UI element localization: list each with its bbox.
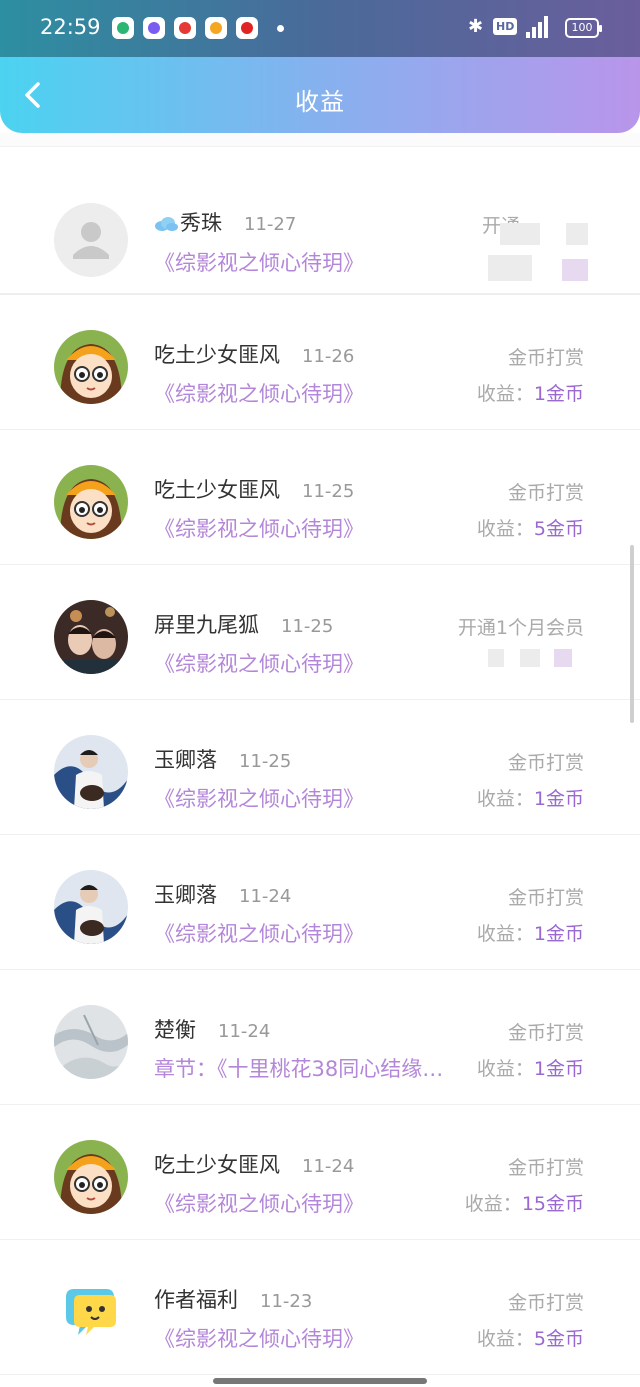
home-indicator[interactable]: [213, 1378, 427, 1384]
status-time: 22:59: [40, 15, 101, 39]
notification-icons: [112, 17, 258, 39]
avatar[interactable]: [54, 465, 128, 539]
user-name: 秀珠 11-27: [154, 207, 296, 237]
earning-amount: 收益：5金币: [476, 518, 584, 540]
item-date: 11-24: [302, 1156, 355, 1177]
signal-icon: [522, 14, 552, 38]
app-notification-icon: [236, 17, 258, 39]
guitarist-avatar-icon: [54, 735, 128, 809]
transaction-type: 开通1个月会员: [457, 617, 584, 639]
earning-amount: 收益：5金币: [476, 1328, 584, 1350]
item-date: 11-24: [239, 886, 292, 907]
item-date: 11-27: [244, 214, 297, 235]
guitarist-avatar-icon: [54, 870, 128, 944]
transaction-type: 金币打赏: [507, 752, 584, 774]
default-avatar-icon: [54, 203, 128, 277]
item-date: 11-25: [239, 751, 292, 772]
book-title-link[interactable]: 《综影视之倾心待玥》: [154, 918, 466, 948]
user-name: 玉卿落 11-24: [154, 883, 292, 907]
user-name: 玉卿落 11-25: [154, 748, 292, 772]
cloud-icon: [155, 217, 178, 231]
girl-avatar-icon: [54, 465, 128, 539]
user-name: 楚衡 11-24: [154, 1018, 271, 1042]
item-date: 11-25: [281, 616, 334, 637]
blurred-text: [554, 649, 572, 667]
blurred-text: [488, 649, 504, 667]
scrollbar[interactable]: [630, 545, 634, 723]
avatar[interactable]: [54, 1275, 128, 1349]
transaction-type: 金币打赏: [507, 347, 584, 369]
avatar[interactable]: [54, 735, 128, 809]
list-item[interactable]: 屏里九尾狐 11-25 《综影视之倾心待玥》 开通1个月会员: [0, 565, 640, 700]
bluetooth-icon: ✱: [468, 16, 484, 37]
book-title-link[interactable]: 《综影视之倾心待玥》: [154, 648, 466, 678]
battery-icon: 100: [565, 18, 602, 38]
app-notification-icon: [112, 17, 134, 39]
status-bar: 22:59 ✱ HD 100: [0, 0, 640, 57]
couple-avatar-icon: [54, 600, 128, 674]
blurred-text: [500, 223, 540, 245]
list-item[interactable]: 玉卿落 11-24 《综影视之倾心待玥》 金币打赏 收益：1金币: [0, 835, 640, 970]
transaction-type: 金币打赏: [507, 1022, 584, 1044]
avatar[interactable]: [54, 600, 128, 674]
user-name: 吃土少女匪风 11-24: [154, 1153, 355, 1177]
book-title-link[interactable]: 《综影视之倾心待玥》: [154, 247, 466, 277]
item-date: 11-24: [218, 1021, 271, 1042]
chapter-title-link[interactable]: 章节：《十里桃花38同心结缘…: [154, 1053, 466, 1083]
blurred-text: [566, 223, 588, 245]
book-title-link[interactable]: 《综影视之倾心待玥》: [154, 513, 466, 543]
ink-painting-avatar-icon: [54, 1005, 128, 1079]
earnings-list: 秀珠11-27 《综影视之倾心待玥》 开通 吃土少女匪风11-26 《综影视之倾…: [0, 133, 640, 1375]
list-item[interactable]: 吃土少女匪风 11-26 《综影视之倾心待玥》 金币打赏 收益：1金币: [0, 295, 640, 430]
earning-amount: 收益：1金币: [476, 923, 584, 945]
user-name: 吃土少女匪风 11-26: [154, 343, 355, 367]
user-name: 屏里九尾狐 11-25: [154, 613, 334, 637]
app-notification-icon: [143, 17, 165, 39]
avatar[interactable]: [54, 1140, 128, 1214]
transaction-type: 金币打赏: [507, 1292, 584, 1314]
avatar[interactable]: [54, 870, 128, 944]
list-top-spacer: [0, 133, 640, 147]
list-item[interactable]: 作者福利 11-23 《综影视之倾心待玥》 金币打赏 收益：5金币: [0, 1240, 640, 1375]
item-date: 11-25: [302, 481, 355, 502]
earning-amount: 收益：1金币: [476, 788, 584, 810]
transaction-type: 金币打赏: [507, 482, 584, 504]
avatar[interactable]: [54, 1005, 128, 1079]
book-title-link[interactable]: 《综影视之倾心待玥》: [154, 378, 466, 408]
chat-bubble-avatar-icon: [54, 1275, 128, 1349]
girl-avatar-icon: [54, 330, 128, 404]
earning-amount: 收益：15金币: [464, 1193, 584, 1215]
more-notifications-dot: [277, 25, 284, 32]
transaction-type: 金币打赏: [507, 887, 584, 909]
item-date: 11-26: [302, 346, 355, 367]
item-date: 11-23: [260, 1291, 313, 1312]
blurred-text: [520, 649, 540, 667]
list-item[interactable]: 楚衡 11-24 章节：《十里桃花38同心结缘… 金币打赏 收益：1金币: [0, 970, 640, 1105]
page-title: 收益: [295, 88, 345, 116]
avatar[interactable]: [54, 203, 128, 277]
book-title-link[interactable]: 《综影视之倾心待玥》: [154, 1188, 466, 1218]
blurred-text: [488, 255, 532, 281]
hd-icon: HD: [493, 18, 518, 35]
book-title-link[interactable]: 《综影视之倾心待玥》: [154, 1323, 466, 1353]
avatar[interactable]: [54, 330, 128, 404]
list-item[interactable]: 吃土少女匪风 11-25 《综影视之倾心待玥》 金币打赏 收益：5金币: [0, 430, 640, 565]
list-item[interactable]: 玉卿落 11-25 《综影视之倾心待玥》 金币打赏 收益：1金币: [0, 700, 640, 835]
girl-avatar-icon: [54, 1140, 128, 1214]
list-item[interactable]: 吃土少女匪风 11-24 《综影视之倾心待玥》 金币打赏 收益：15金币: [0, 1105, 640, 1240]
book-title-link[interactable]: 《综影视之倾心待玥》: [154, 783, 466, 813]
earning-amount: 收益：1金币: [476, 1058, 584, 1080]
app-notification-icon: [174, 17, 196, 39]
user-name: 作者福利 11-23: [154, 1288, 313, 1312]
list-item[interactable]: 秀珠11-27 《综影视之倾心待玥》 开通: [0, 147, 640, 295]
blurred-text: [562, 259, 588, 281]
earning-amount: 收益：1金币: [476, 383, 584, 405]
weibo-icon: [205, 17, 227, 39]
transaction-type: 金币打赏: [507, 1157, 584, 1179]
user-name: 吃土少女匪风 11-25: [154, 478, 355, 502]
